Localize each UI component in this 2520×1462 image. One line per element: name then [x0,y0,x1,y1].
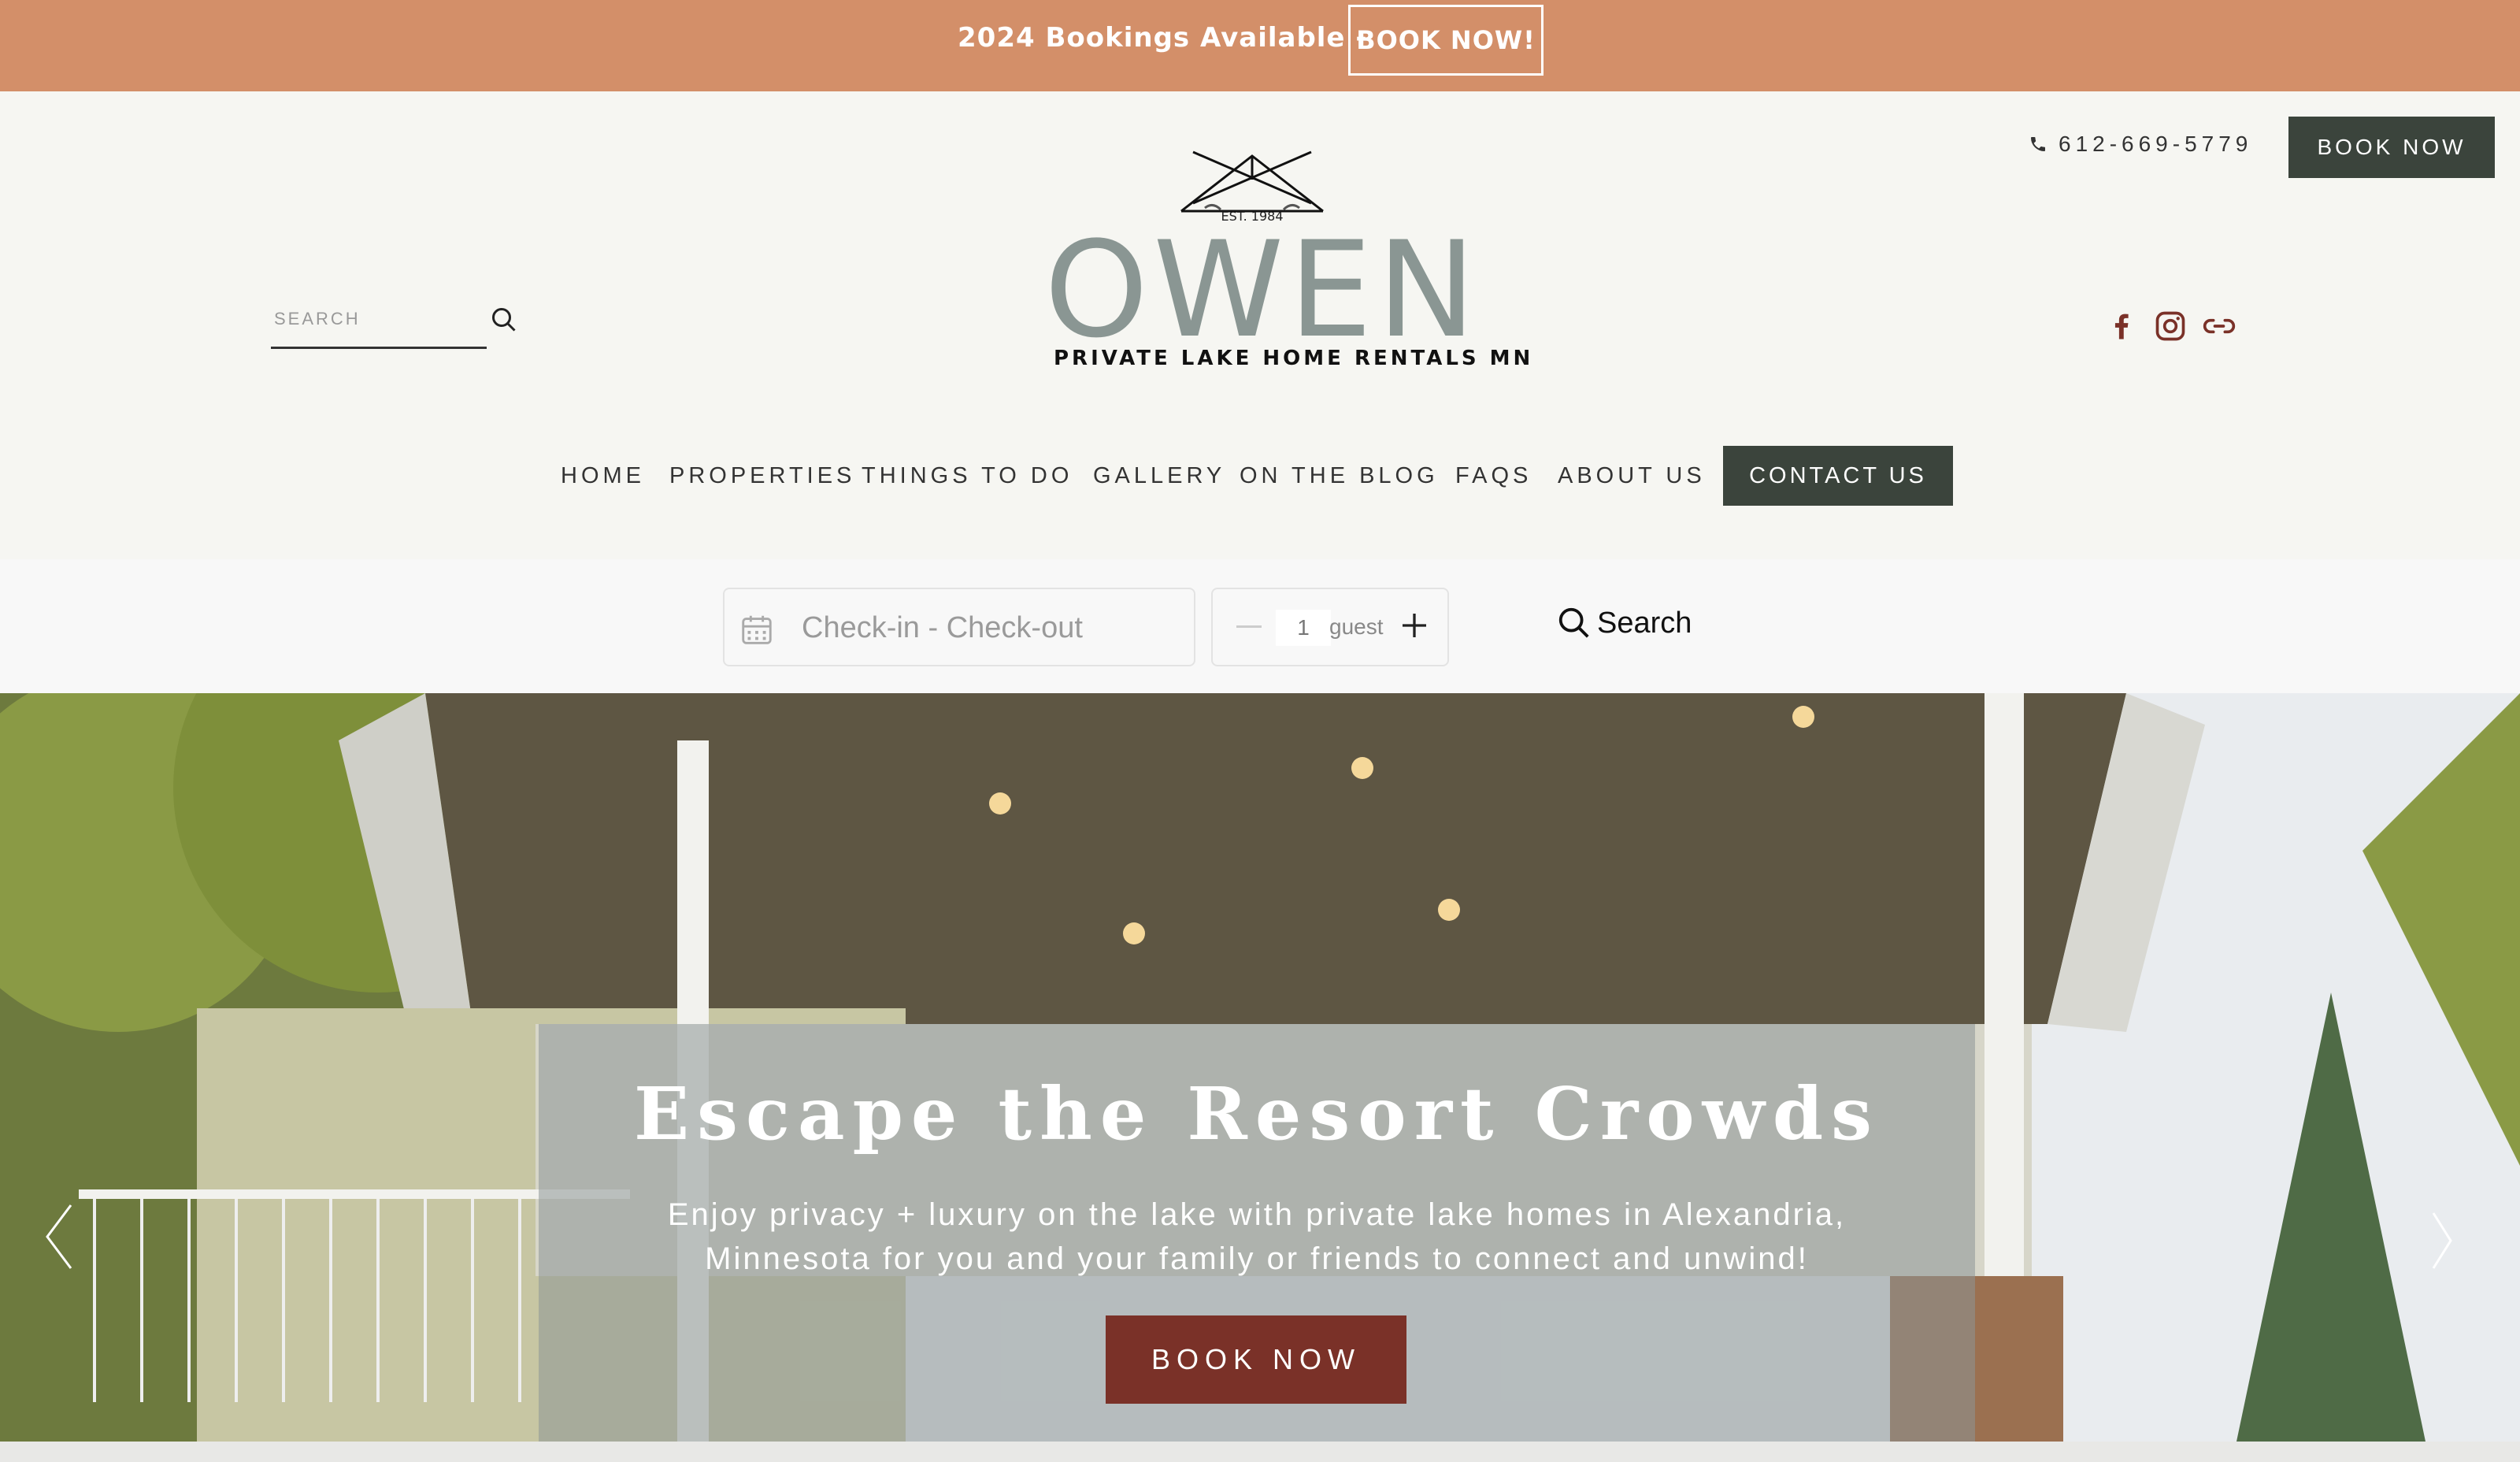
main-nav: HOME PROPERTIES THINGS TO DO GALLERY ON … [0,444,2520,507]
search-placeholder: SEARCH [274,309,361,328]
calendar-icon [742,615,772,644]
facebook-icon[interactable] [2104,309,2139,343]
logo-name: OWEN [1044,213,1481,367]
hero-text-line-1: Enjoy privacy + luxury on the lake with … [667,1197,1847,1232]
nav-faqs[interactable]: FAQS [1455,460,1532,492]
decrease-guest-button[interactable] [1236,625,1262,628]
instagram-icon[interactable] [2153,309,2188,343]
phone-link[interactable]: 612-669-5779 [2029,124,2252,164]
date-placeholder: Check-in - Check-out [802,611,1083,644]
slider-prev-arrow[interactable] [39,1197,79,1276]
guest-stepper: 1 guest [1211,588,1449,666]
nav-contact-button[interactable]: CONTACT US [1723,446,1953,506]
hero-description: Enjoy privacy + luxury on the lake with … [539,1193,1975,1281]
booking-search-label: Search [1597,606,1692,640]
slider-next-arrow[interactable] [2426,1205,2457,1276]
nav-gallery[interactable]: GALLERY [1093,460,1225,492]
guest-label: guest [1329,614,1384,639]
search-input[interactable]: SEARCH [271,291,487,349]
hero-book-button[interactable]: BOOK NOW [1106,1315,1406,1404]
phone-icon [2031,137,2045,151]
header-book-button[interactable]: BOOK NOW [2288,117,2495,178]
promo-text: 2024 Bookings Available - [958,22,1368,54]
nav-home[interactable]: HOME [561,460,645,492]
hero-title: Escape the Resort Crowds [634,1071,1880,1156]
guest-count[interactable]: 1 [1276,610,1331,646]
date-range-field[interactable]: Check-in - Check-out [723,588,1195,666]
nav-about-us[interactable]: ABOUT US [1558,460,1706,492]
promo-book-button[interactable]: BOOK NOW! [1348,5,1544,76]
nav-things-to-do[interactable]: THINGS TO DO [862,460,1073,492]
page-bottom-strip [0,1442,2520,1462]
logo-tagline: PRIVATE LAKE HOME RENTALS MN [1054,347,1534,370]
nav-properties[interactable]: PROPERTIES [669,460,855,492]
nav-blog[interactable]: ON THE BLOG [1240,460,1439,492]
search-icon [1558,607,1589,638]
hero-text-line-2: Minnesota for you and your family or fri… [705,1241,1809,1276]
search-icon[interactable] [490,306,518,334]
phone-number: 612-669-5779 [2059,132,2253,156]
link-icon[interactable] [2202,309,2236,343]
booking-search-button[interactable]: Search [1556,605,1692,641]
increase-guest-button[interactable] [1399,610,1430,641]
social-links [2104,309,2236,343]
